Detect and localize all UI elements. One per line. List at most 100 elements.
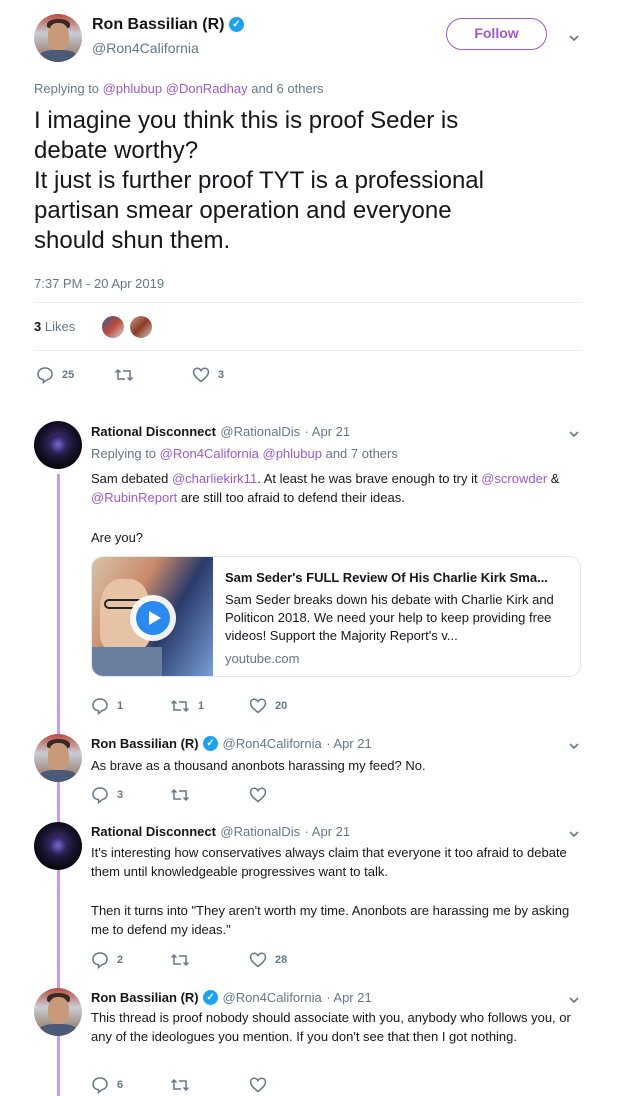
- reply-icon: [37, 367, 53, 384]
- reply-icon: [92, 1077, 108, 1094]
- replying-prefix: Replying to: [34, 81, 100, 96]
- heart-icon: [249, 952, 267, 968]
- reply-header: Ron Bassilian (R) ✓ @Ron4California · Ap…: [91, 989, 372, 1007]
- card-thumbnail: [92, 557, 213, 676]
- retweet-action[interactable]: [170, 786, 198, 804]
- tweet-text-line: partisan smear operation and everyone: [34, 197, 452, 224]
- verified-icon: ✓: [228, 17, 244, 33]
- heart-icon: [249, 787, 267, 803]
- chevron-down-icon[interactable]: [568, 428, 580, 440]
- retweet-action[interactable]: [170, 951, 198, 969]
- heart-icon: [249, 698, 267, 714]
- timestamp[interactable]: 7:37 PM - 20 Apr 2019: [34, 276, 164, 291]
- divider: [34, 302, 582, 303]
- tweet-text-line: I imagine you think this is proof Seder …: [34, 107, 459, 134]
- like-count: 20: [275, 700, 288, 712]
- like-action[interactable]: 3: [192, 366, 224, 384]
- card-title: Sam Seder's FULL Review Of His Charlie K…: [225, 570, 548, 585]
- replying-suffix[interactable]: and 6 others: [251, 81, 323, 96]
- author-name[interactable]: Ron Bassilian (R): [92, 16, 224, 33]
- mention-link[interactable]: @Ron4California: [160, 446, 259, 461]
- author-name[interactable]: Rational Disconnect: [91, 424, 216, 439]
- tweet-date[interactable]: · Apr 21: [305, 424, 351, 439]
- divider: [34, 350, 582, 351]
- liker-avatar[interactable]: [102, 316, 124, 338]
- reply-count: 25: [62, 369, 75, 381]
- retweet-action[interactable]: [114, 366, 142, 384]
- mention-link[interactable]: @charliekirk11: [172, 471, 257, 486]
- chevron-down-icon[interactable]: [568, 740, 580, 752]
- author-name[interactable]: Ron Bassilian (R): [91, 736, 199, 751]
- reply-action[interactable]: 3: [91, 786, 123, 804]
- play-triangle-icon: [149, 611, 161, 625]
- avatar[interactable]: [34, 734, 82, 782]
- avatar[interactable]: [34, 988, 82, 1036]
- likes-stat[interactable]: 3 Likes: [34, 319, 75, 334]
- retweet-action[interactable]: 1: [170, 697, 204, 715]
- author-name[interactable]: Ron Bassilian (R): [91, 990, 199, 1005]
- replying-prefix: Replying to: [91, 446, 157, 461]
- retweet-icon: [170, 1078, 190, 1092]
- author-handle[interactable]: @RationalDis: [220, 424, 300, 439]
- reply-icon: [92, 698, 108, 715]
- reply-action[interactable]: 25: [36, 366, 74, 384]
- reply-action[interactable]: 6: [91, 1076, 123, 1094]
- replying-to: Replying to @phlubup @DonRadhay and 6 ot…: [34, 81, 324, 96]
- avatar[interactable]: [34, 421, 82, 469]
- reply-count: 1: [117, 700, 124, 712]
- tweet-text-line: Are you?: [91, 530, 144, 545]
- heart-icon: [249, 1077, 267, 1093]
- heart-icon: [192, 367, 210, 383]
- retweet-icon: [170, 788, 190, 802]
- link-card[interactable]: Sam Seder's FULL Review Of His Charlie K…: [91, 556, 581, 677]
- tweet-date[interactable]: · Apr 21: [326, 990, 372, 1005]
- likes-label: Likes: [44, 319, 76, 334]
- tweet-date[interactable]: · Apr 21: [326, 736, 372, 751]
- tweet-date[interactable]: · Apr 21: [305, 824, 351, 839]
- chevron-down-icon[interactable]: [568, 32, 580, 44]
- retweet-action[interactable]: [170, 1076, 198, 1094]
- author-handle[interactable]: @Ron4California: [92, 40, 199, 56]
- avatar[interactable]: [34, 14, 82, 62]
- play-icon: [136, 601, 170, 635]
- likes-count: 3: [34, 319, 42, 334]
- reply-action[interactable]: 2: [91, 951, 123, 969]
- like-action[interactable]: [249, 786, 275, 804]
- mention-link[interactable]: @scrowder: [481, 471, 547, 486]
- avatar[interactable]: [34, 822, 82, 870]
- avatar-shirt: [39, 769, 77, 782]
- author-handle[interactable]: @RationalDis: [220, 824, 300, 839]
- chevron-down-icon[interactable]: [568, 994, 580, 1006]
- text-part: . At least he was brave enough to try it: [257, 471, 478, 486]
- card-body: Sam Seder's FULL Review Of His Charlie K…: [225, 569, 571, 666]
- reply-action[interactable]: 1: [91, 697, 123, 715]
- author-handle[interactable]: @Ron4California: [223, 736, 322, 751]
- avatar-face: [48, 22, 69, 50]
- replying-suffix[interactable]: and 7 others: [326, 446, 398, 461]
- reply-count: 3: [117, 789, 124, 801]
- liker-avatar[interactable]: [130, 316, 152, 338]
- avatar-shirt: [39, 49, 77, 62]
- text-part: &: [550, 471, 560, 486]
- replying-to: Replying to @Ron4California @phlubup and…: [91, 446, 398, 461]
- author-name-row[interactable]: Ron Bassilian (R) ✓: [92, 16, 244, 34]
- retweet-icon: [170, 953, 190, 967]
- reply-count: 6: [117, 1079, 124, 1091]
- retweet-icon: [170, 699, 190, 713]
- avatar-face: [48, 996, 69, 1024]
- like-action[interactable]: 28: [249, 951, 287, 969]
- like-action[interactable]: [249, 1076, 275, 1094]
- thumbnail-shirt: [92, 647, 162, 676]
- like-action[interactable]: 20: [249, 697, 287, 715]
- mention-link[interactable]: @phlubup: [263, 446, 322, 461]
- tweet-text-line: debate worthy?: [34, 137, 199, 164]
- mention-link[interactable]: @RubinReport: [91, 490, 177, 505]
- mention-link[interactable]: @DonRadhay: [166, 81, 248, 96]
- mention-link[interactable]: @phlubup: [103, 81, 162, 96]
- play-button[interactable]: [130, 595, 176, 641]
- chevron-down-icon[interactable]: [568, 828, 580, 840]
- reply-header: Rational Disconnect @RationalDis · Apr 2…: [91, 823, 350, 841]
- author-name[interactable]: Rational Disconnect: [91, 824, 216, 839]
- author-handle[interactable]: @Ron4California: [223, 990, 322, 1005]
- follow-button[interactable]: Follow: [446, 18, 547, 50]
